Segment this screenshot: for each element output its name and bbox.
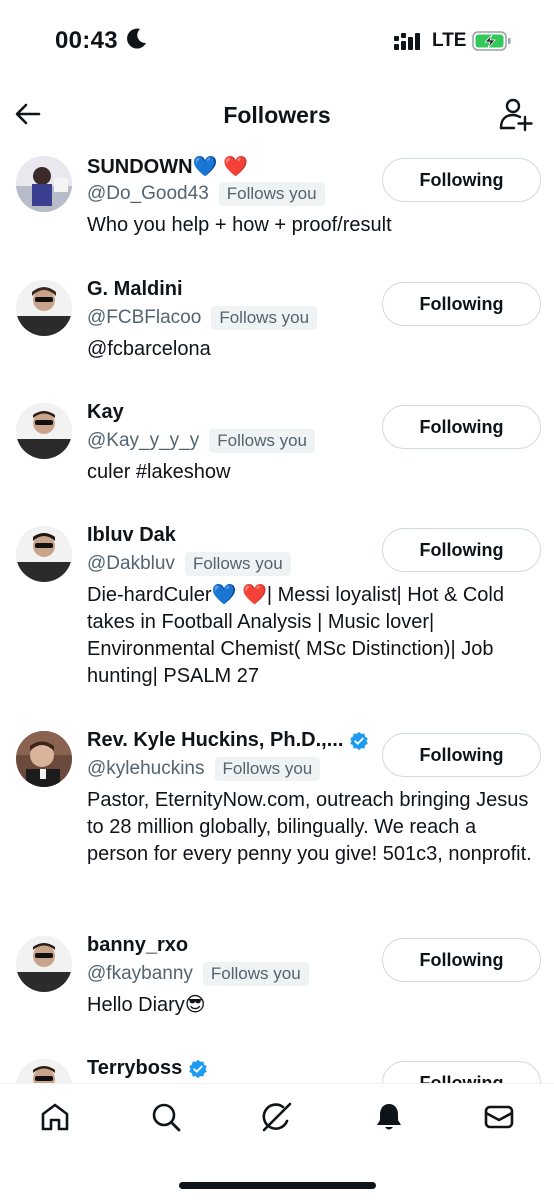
- follower-handle[interactable]: @Kay_y_y_y: [87, 430, 199, 452]
- grok-icon[interactable]: [261, 1101, 293, 1133]
- add-user-icon[interactable]: [498, 97, 534, 133]
- search-icon[interactable]: [150, 1101, 182, 1133]
- signal-icon: [394, 33, 420, 50]
- following-button[interactable]: Following: [382, 733, 541, 777]
- avatar[interactable]: [16, 280, 72, 336]
- messages-icon[interactable]: [483, 1101, 515, 1133]
- following-button[interactable]: Following: [382, 158, 541, 202]
- network-type: LTE: [432, 30, 467, 51]
- follower-handle[interactable]: @fkaybanny: [87, 963, 193, 985]
- follower-handle[interactable]: @kylehuckins: [87, 758, 205, 780]
- avatar[interactable]: [16, 403, 72, 459]
- follower-name[interactable]: G. Maldini: [87, 278, 183, 301]
- follower-bio: @fcbarcelona: [87, 338, 211, 360]
- follower-name[interactable]: Kay: [87, 401, 124, 424]
- follower-bio: culer #lakeshow: [87, 461, 231, 483]
- avatar[interactable]: [16, 156, 72, 212]
- following-button[interactable]: Following: [382, 528, 541, 572]
- follower-handle[interactable]: @Dakbluv: [87, 553, 175, 575]
- page-title: Followers: [223, 102, 331, 128]
- header: Followers: [0, 84, 554, 146]
- follows-you-badge: Follows you: [202, 962, 309, 986]
- follower-handle[interactable]: @FCBFlacoo: [87, 307, 201, 329]
- follows-you-badge: Follows you: [211, 306, 318, 330]
- follower-name[interactable]: Rev. Kyle Huckins, Ph.D.,...: [87, 729, 343, 752]
- following-button[interactable]: Following: [382, 282, 541, 326]
- avatar[interactable]: [16, 526, 72, 582]
- avatar[interactable]: [16, 936, 72, 992]
- verified-badge-icon: [350, 731, 369, 750]
- status-bar: 00:43 LTE: [0, 0, 554, 84]
- battery-charging-icon: [472, 31, 511, 51]
- follows-you-badge: Follows you: [214, 757, 321, 781]
- follower-handle[interactable]: @Do_Good43: [87, 183, 209, 205]
- avatar[interactable]: [16, 1059, 72, 1083]
- moon-icon: [127, 28, 146, 49]
- follower-bio: Hello Diary😎: [87, 994, 206, 1016]
- notifications-icon[interactable]: [373, 1101, 405, 1133]
- avatar[interactable]: [16, 731, 72, 787]
- follows-you-badge: Follows you: [184, 552, 291, 576]
- follower-name[interactable]: banny_rxo: [87, 934, 188, 957]
- home-indicator: [179, 1182, 376, 1189]
- follower-bio: Die-hardCuler💙 ❤️| Messi loyalist| Hot &…: [87, 584, 504, 687]
- follower-bio: Who you help + how + proof/result: [87, 214, 392, 236]
- following-button[interactable]: Following: [382, 1061, 541, 1083]
- status-time: 00:43: [55, 27, 118, 54]
- follower-name[interactable]: Ibluv Dak: [87, 524, 176, 547]
- following-button[interactable]: Following: [382, 938, 541, 982]
- verified-badge-icon: [189, 1059, 207, 1078]
- follows-you-badge: Follows you: [209, 429, 315, 453]
- follower-name[interactable]: SUNDOWN💙 ❤️: [87, 154, 248, 179]
- following-button[interactable]: Following: [382, 405, 541, 449]
- home-icon[interactable]: [39, 1101, 71, 1133]
- follows-you-badge: Follows you: [218, 182, 325, 206]
- follower-bio: Pastor, EternityNow.com, outreach bringi…: [87, 789, 532, 865]
- follower-name[interactable]: Terryboss: [87, 1057, 182, 1080]
- followers-list: SUNDOWN💙 ❤️ @Do_Good43 Follows you Who y…: [0, 146, 554, 1083]
